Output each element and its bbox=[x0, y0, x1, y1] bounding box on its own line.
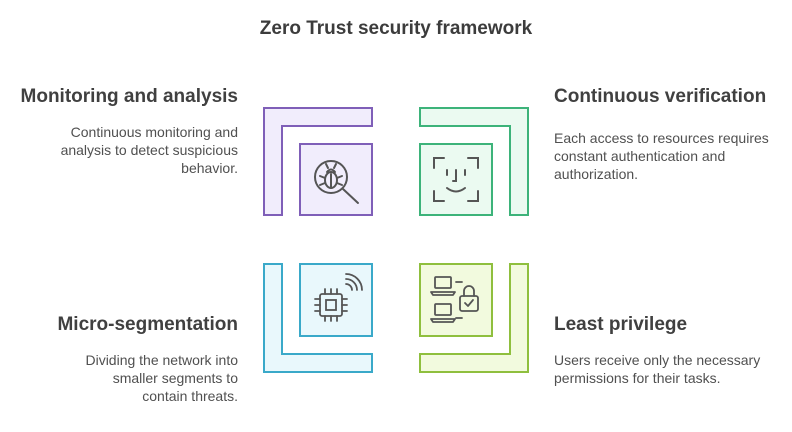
least-privilege-quadrant bbox=[419, 263, 529, 373]
least-privilege-icon-box bbox=[419, 263, 493, 337]
verification-quadrant bbox=[419, 107, 529, 216]
framework-diagram bbox=[263, 107, 529, 373]
microsegmentation-quadrant bbox=[263, 263, 373, 373]
monitoring-quadrant bbox=[263, 107, 373, 216]
